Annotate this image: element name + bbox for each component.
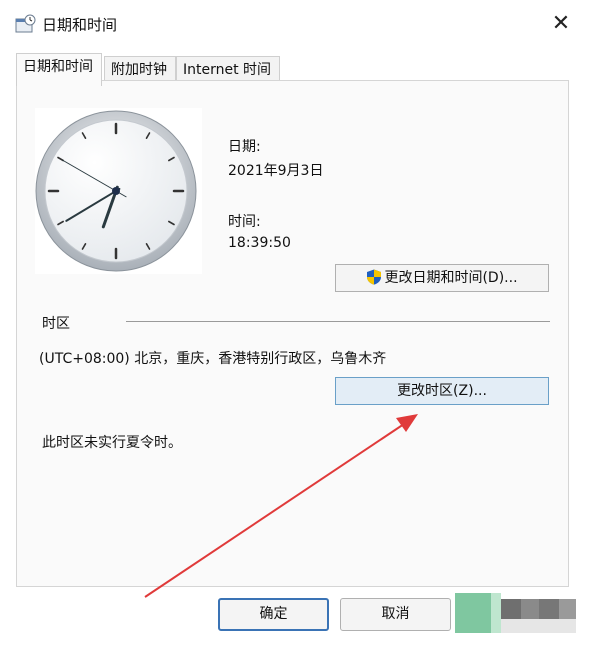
tab-label: Internet 时间	[183, 62, 272, 78]
window-title: 日期和时间	[42, 16, 118, 34]
change-date-time-button[interactable]: 更改日期和时间(D)...	[335, 264, 549, 292]
watermark	[455, 593, 576, 633]
close-button[interactable]: ✕	[548, 11, 574, 37]
clock-face	[35, 110, 197, 272]
uac-shield-icon	[367, 269, 382, 285]
dst-note: 此时区未实行夏令时。	[42, 435, 182, 451]
date-time-app-icon	[15, 14, 36, 33]
change-date-time-label: 更改日期和时间(D)...	[384, 270, 518, 286]
tab-label: 附加时钟	[111, 62, 167, 78]
ok-button[interactable]: 确定	[218, 598, 329, 631]
change-timezone-button[interactable]: 更改时区(Z)...	[335, 377, 549, 405]
cancel-button[interactable]: 取消	[340, 598, 451, 631]
date-value: 2021年9月3日	[228, 163, 324, 179]
tab-date-time[interactable]: 日期和时间	[16, 53, 102, 86]
tab-label: 日期和时间	[23, 59, 93, 75]
date-label: 日期:	[228, 139, 261, 155]
timezone-value: (UTC+08:00) 北京，重庆，香港特别行政区，乌鲁木齐	[39, 351, 387, 367]
title-bar: 日期和时间 ✕	[0, 0, 599, 46]
time-value: 18:39:50	[228, 235, 291, 251]
analog-clock	[35, 108, 202, 274]
timezone-heading: 时区	[42, 316, 70, 332]
section-divider	[126, 321, 550, 322]
time-label: 时间:	[228, 214, 261, 230]
